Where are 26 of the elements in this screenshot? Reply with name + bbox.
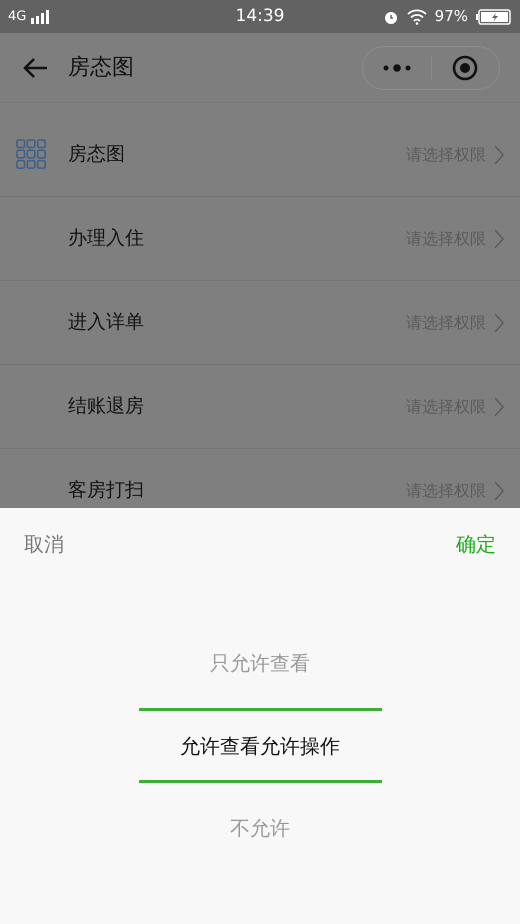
picker-option[interactable]: 允许查看允许操作 xyxy=(138,708,382,783)
row-label: 客房打扫 xyxy=(68,478,145,504)
picker-option[interactable]: 不允许 xyxy=(138,788,382,868)
row-label: 房态图 xyxy=(68,142,126,168)
row-label: 进入详单 xyxy=(68,310,145,336)
signal-icon xyxy=(30,10,50,24)
page-title: 房态图 xyxy=(68,54,135,82)
row-label: 结账退房 xyxy=(68,394,145,420)
chevron-right-icon xyxy=(494,396,504,416)
target-icon xyxy=(452,54,478,80)
chevron-right-icon xyxy=(494,144,504,164)
cancel-button[interactable]: 取消 xyxy=(24,529,64,559)
battery-percent: 97% xyxy=(434,6,468,28)
clock-time: 14:39 xyxy=(236,4,284,28)
wifi-icon xyxy=(406,8,427,24)
battery-icon xyxy=(476,8,512,24)
back-arrow-icon xyxy=(23,56,49,78)
chevron-right-icon xyxy=(494,312,504,332)
grid-icon xyxy=(16,138,48,170)
confirm-button[interactable]: 确定 xyxy=(456,529,496,559)
picker-option[interactable]: 只允许查看 xyxy=(138,623,382,703)
more-icon xyxy=(382,64,412,72)
network-label: 4G xyxy=(8,8,26,26)
chevron-right-icon xyxy=(494,480,504,500)
row-label: 办理入住 xyxy=(68,226,145,252)
chevron-right-icon xyxy=(494,228,504,248)
